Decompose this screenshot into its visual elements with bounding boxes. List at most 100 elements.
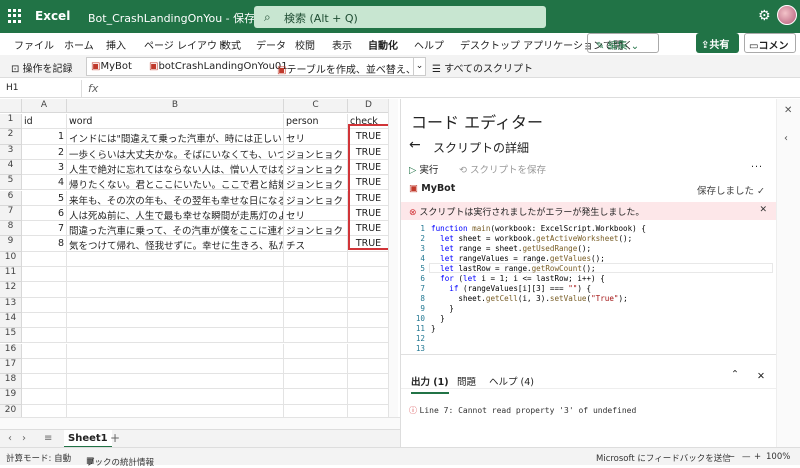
column-header-d[interactable]: D [348, 99, 390, 113]
tab-file[interactable]: ファイル [14, 37, 54, 52]
row-header[interactable]: 8 [0, 221, 22, 237]
cell-c[interactable]: セリ [284, 205, 348, 222]
tab-home[interactable]: ホーム [64, 37, 94, 52]
cell-a[interactable]: 4 [22, 175, 67, 191]
row-header[interactable]: 10 [0, 251, 22, 267]
cell-a[interactable]: 6 [22, 205, 67, 222]
cell-b[interactable]: 人生で絶対に忘れてはならない人は、憎い人ではな [67, 159, 284, 176]
gear-icon[interactable]: ⚙ [758, 8, 771, 24]
search-box[interactable]: ⌕ 検索 (Alt + Q) [254, 6, 546, 28]
cell-b[interactable] [67, 343, 284, 359]
zoom-in-icon[interactable]: + [754, 452, 761, 462]
cell-b[interactable]: 間違った汽車に乗って、その汽車が僕をここに連れ [67, 221, 284, 237]
cell-c[interactable]: ジョンヒョク [284, 175, 348, 191]
cell-b[interactable]: 来年も、その次の年も、その翌年も幸せな日になる [67, 190, 284, 206]
record-actions-button[interactable]: ⊡ 操作を記録 [11, 60, 73, 75]
app-launcher-icon[interactable] [8, 9, 22, 23]
cell-b[interactable] [67, 328, 284, 344]
cell-a[interactable]: 1 [22, 129, 67, 145]
tab-help[interactable]: ヘルプ [414, 37, 444, 52]
cell-a[interactable] [22, 282, 67, 298]
cell-b[interactable]: 気をつけて帰れ、怪我せずに。幸せに生きろ、私た [67, 236, 284, 252]
column-header-c[interactable]: C [284, 99, 348, 113]
cell-b[interactable] [67, 358, 284, 375]
save-script-button[interactable]: ⟲ スクリプトを保存 [459, 162, 546, 176]
cell-b[interactable] [67, 312, 284, 329]
script-botcrash[interactable]: ▣botCrashLandingOnYou01 [149, 61, 288, 72]
cell-c[interactable]: person [284, 114, 348, 130]
cell-a[interactable]: 3 [22, 159, 67, 176]
cell-a[interactable] [22, 251, 67, 267]
cell-a[interactable]: 8 [22, 236, 67, 252]
tab-data[interactable]: データ [256, 37, 286, 52]
tab-output[interactable]: 出力 (1) [411, 374, 449, 394]
edit-mode-button[interactable]: ✎ 編集 ⌄ [587, 33, 659, 53]
tab-formulas[interactable]: 数式 [221, 37, 241, 52]
script-mybot[interactable]: ▣MyBot [91, 61, 132, 72]
cell-b[interactable] [67, 267, 284, 283]
next-sheet-icon[interactable]: › [22, 433, 26, 444]
all-scripts-button[interactable]: ☰ すべてのスクリプト [432, 60, 533, 75]
cell-c[interactable]: セリ [284, 129, 348, 145]
zoom-out-icon[interactable]: − [728, 452, 735, 462]
row-header[interactable]: 6 [0, 190, 22, 206]
cell-a[interactable] [22, 267, 67, 283]
cell-b[interactable] [67, 374, 284, 390]
row-header[interactable]: 7 [0, 205, 22, 222]
row-header[interactable]: 12 [0, 282, 22, 298]
worksheet-grid[interactable]: A B C D 1 id word person check 2 1 インドには"間違えて乗っ… [0, 99, 400, 429]
cell-b[interactable] [67, 251, 284, 267]
row-header[interactable]: 3 [0, 144, 22, 160]
zoom-level[interactable]: 100% [766, 452, 790, 462]
cell-c[interactable]: チス [284, 236, 348, 252]
cell-a[interactable] [22, 374, 67, 390]
fx-icon[interactable]: fx [88, 82, 98, 95]
row-header[interactable]: 11 [0, 267, 22, 283]
cell-c[interactable] [284, 343, 348, 359]
back-arrow-icon[interactable]: ← [409, 137, 421, 153]
tab-view[interactable]: 表示 [332, 37, 352, 52]
cell-c[interactable] [284, 328, 348, 344]
column-header-b[interactable]: B [67, 99, 284, 113]
prev-sheet-icon[interactable]: ‹ [8, 433, 12, 444]
sheet-list-icon[interactable]: ≡ [44, 433, 52, 444]
cell-c[interactable] [284, 312, 348, 329]
cell-b[interactable] [67, 389, 284, 405]
cell-c[interactable]: ジョンヒョク [284, 221, 348, 237]
feedback-link[interactable]: Microsoft にフィードバックを送信 [596, 452, 731, 464]
close-output-icon[interactable]: ✕ [757, 371, 765, 382]
cell-b[interactable]: 一歩くらいは大丈夫かな。そばにいなくても、いつ [67, 144, 284, 160]
cell-c[interactable] [284, 358, 348, 375]
tab-automate[interactable]: 自動化 [368, 37, 398, 57]
cell-a[interactable]: id [22, 114, 67, 130]
script-name[interactable]: ▣ MyBot [409, 183, 455, 194]
cell-c[interactable] [284, 297, 348, 313]
cell-d[interactable] [348, 328, 390, 344]
row-header[interactable]: 17 [0, 358, 22, 375]
cell-b[interactable] [67, 282, 284, 298]
name-box[interactable]: H1 [0, 80, 82, 98]
cell-b[interactable]: インドには"間違えて乗った汽車が、時には正しい目 [67, 129, 284, 145]
cell-a[interactable] [22, 297, 67, 313]
row-header[interactable]: 16 [0, 343, 22, 359]
cell-d[interactable] [348, 312, 390, 329]
cell-d[interactable] [348, 358, 390, 375]
tab-help-output[interactable]: ヘルプ (4) [489, 374, 534, 388]
row-header[interactable]: 19 [0, 389, 22, 405]
run-button[interactable]: ▷ 実行 [409, 162, 438, 176]
cell-d[interactable] [348, 282, 390, 298]
cell-c[interactable]: ジョンヒョク [284, 190, 348, 206]
calc-mode[interactable]: 計算モード: 自動 [6, 452, 71, 464]
row-header[interactable]: 1 [0, 114, 22, 130]
close-pane-icon[interactable]: ✕ [784, 105, 792, 116]
more-options-icon[interactable]: ··· [751, 162, 763, 173]
cell-a[interactable] [22, 389, 67, 405]
vertical-scrollbar[interactable] [388, 99, 398, 417]
cell-b[interactable]: 帰りたくない。君とここにいたい。ここで君と結婚 [67, 175, 284, 191]
cell-d[interactable] [348, 267, 390, 283]
row-header[interactable]: 18 [0, 374, 22, 390]
code-area[interactable]: 1 function main(workbook: ExcelScript.Wor… [401, 222, 777, 354]
row-header[interactable]: 9 [0, 236, 22, 252]
cell-d[interactable] [348, 343, 390, 359]
cell-d[interactable] [348, 251, 390, 267]
